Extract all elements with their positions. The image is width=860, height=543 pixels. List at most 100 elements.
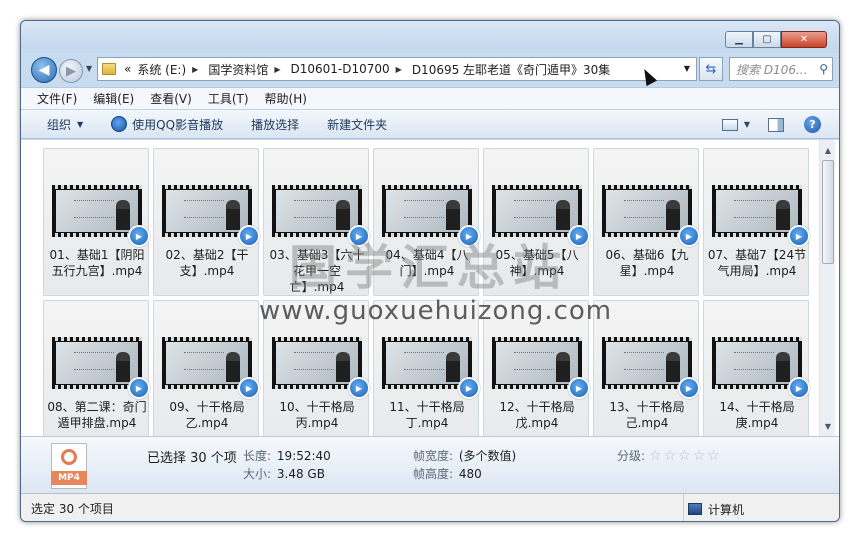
file-tile[interactable]: ▶ 05、基础5【八神】.mp4 xyxy=(483,148,590,296)
file-tile[interactable]: ▶ 07、基础7【24节气用局】.mp4 xyxy=(703,148,810,296)
length-key: 长度: xyxy=(243,449,272,463)
selection-count: 已选择 30 个项 xyxy=(147,451,237,466)
play-with-qq-button[interactable]: 使用QQ影音播放 xyxy=(111,116,223,133)
file-tile[interactable]: ▶ 08、第二课：奇门遁甲排盘.mp4 xyxy=(43,300,150,436)
menu-tools[interactable]: 工具(T) xyxy=(208,90,249,107)
view-options-chevron-icon[interactable]: ▼ xyxy=(744,120,750,129)
vertical-scrollbar[interactable]: ▲ ▼ xyxy=(819,140,835,436)
status-selection: 选定 30 个项目 xyxy=(31,502,114,516)
address-bar[interactable]: « 系统 (E:) ▶ 国学资料馆 ▶ D10601-D10700 ▶ D106… xyxy=(97,57,697,81)
file-tile[interactable]: ▶ 14、十干格局庚.mp4 xyxy=(703,300,810,436)
star-icon[interactable]: ☆ xyxy=(707,448,720,464)
play-with-qq-label: 使用QQ影音播放 xyxy=(132,117,224,132)
arrow-left-icon: ◀ xyxy=(38,62,50,78)
breadcrumb-segment[interactable]: D10601-D10700 xyxy=(290,62,389,76)
qq-player-icon: ▶ xyxy=(788,377,810,399)
file-name: 11、十干格局丁.mp4 xyxy=(389,400,465,430)
file-tile[interactable]: ▶ 11、十干格局丁.mp4 xyxy=(373,300,480,436)
star-icon[interactable]: ☆ xyxy=(678,448,691,464)
file-tile[interactable]: ▶ 02、基础2【干支】.mp4 xyxy=(153,148,260,296)
explorer-window: ▁ ▢ ✕ ◀ ▶ ▼ « 系统 (E:) ▶ 国学资料馆 ▶ D10601-D… xyxy=(20,20,840,522)
maximize-button[interactable]: ▢ xyxy=(753,31,781,48)
status-bar: 选定 30 个项目 计算机 xyxy=(21,493,839,521)
frame-height-value[interactable]: 480 xyxy=(459,467,482,481)
qq-player-icon: ▶ xyxy=(678,225,700,247)
breadcrumb-arrow-icon[interactable]: ▶ xyxy=(396,65,402,74)
star-icon[interactable]: ☆ xyxy=(664,448,677,464)
qq-player-icon: ▶ xyxy=(348,225,370,247)
menu-file[interactable]: 文件(F) xyxy=(37,90,77,107)
frame-width-value[interactable]: (多个数值) xyxy=(459,449,516,463)
file-name: 14、十干格局庚.mp4 xyxy=(719,400,795,430)
play-selection-label: 播放选择 xyxy=(251,117,300,132)
file-name: 01、基础1【阴阳五行九宫】.mp4 xyxy=(49,248,145,278)
file-name: 08、第二课：奇门遁甲排盘.mp4 xyxy=(47,400,147,430)
recent-pages-button[interactable]: ▼ xyxy=(86,64,92,73)
file-name: 03、基础3【六十花甲一空亡】.mp4 xyxy=(269,248,365,294)
frame-width-key: 帧宽度: xyxy=(413,449,454,463)
status-location-label: 计算机 xyxy=(708,502,745,517)
file-name: 10、十干格局丙.mp4 xyxy=(279,400,355,430)
file-tile[interactable]: ▶ 04、基础4【八门】.mp4 xyxy=(373,148,480,296)
file-name: 04、基础4【八门】.mp4 xyxy=(385,248,469,278)
search-input[interactable]: 搜索 D106... xyxy=(736,61,818,78)
scroll-up-icon[interactable]: ▲ xyxy=(821,142,835,158)
video-thumbnail xyxy=(492,185,582,237)
play-selection-button[interactable]: 播放选择 xyxy=(251,116,299,133)
video-thumbnail xyxy=(712,337,802,389)
qq-player-icon: ▶ xyxy=(568,225,590,247)
change-view-icon[interactable] xyxy=(721,118,738,131)
minimize-button[interactable]: ▁ xyxy=(725,31,753,48)
video-thumbnail xyxy=(162,337,252,389)
star-icon[interactable]: ☆ xyxy=(693,448,706,464)
qq-player-icon: ▶ xyxy=(568,377,590,399)
file-name: 13、十干格局己.mp4 xyxy=(609,400,685,430)
mp4-file-icon: MP4 xyxy=(49,443,89,489)
file-name: 05、基础5【八神】.mp4 xyxy=(495,248,579,278)
file-tile[interactable]: ▶ 12、十干格局戊.mp4 xyxy=(483,300,590,436)
help-icon[interactable]: ? xyxy=(804,116,821,133)
menu-help[interactable]: 帮助(H) xyxy=(265,90,307,107)
qq-player-icon: ▶ xyxy=(678,377,700,399)
search-box[interactable]: 搜索 D106... ⚲ xyxy=(729,57,833,81)
new-folder-button[interactable]: 新建文件夹 xyxy=(327,116,387,133)
size-key: 大小: xyxy=(243,467,272,481)
breadcrumb-arrow-icon[interactable]: ▶ xyxy=(192,65,198,74)
breadcrumb-segment[interactable]: 国学资料馆 xyxy=(208,61,268,78)
address-dropdown-icon[interactable]: ▼ xyxy=(684,64,690,73)
forward-button[interactable]: ▶ xyxy=(59,59,83,83)
file-tile[interactable]: ▶ 01、基础1【阴阳五行九宫】.mp4 xyxy=(43,148,150,296)
refresh-icon: ⇆ xyxy=(705,61,717,77)
file-tile[interactable]: ▶ 13、十干格局己.mp4 xyxy=(593,300,700,436)
scrollbar-thumb[interactable] xyxy=(822,160,834,264)
scroll-down-icon[interactable]: ▼ xyxy=(821,418,835,434)
search-icon[interactable]: ⚲ xyxy=(819,62,828,76)
qq-player-icon: ▶ xyxy=(238,225,260,247)
refresh-button[interactable]: ⇆ xyxy=(699,57,723,81)
file-list-area[interactable]: ▶ 01、基础1【阴阳五行九宫】.mp4 ▶ 02、基础2【干支】.mp4 ▶ … xyxy=(21,140,839,436)
computer-icon xyxy=(688,503,702,515)
file-tile[interactable]: ▶ 06、基础6【九星】.mp4 xyxy=(593,148,700,296)
qq-player-icon: ▶ xyxy=(128,377,150,399)
address-leading[interactable]: « xyxy=(124,62,131,76)
frame-height-key: 帧高度: xyxy=(413,467,454,481)
video-thumbnail xyxy=(382,185,472,237)
file-tile[interactable]: ▶ 03、基础3【六十花甲一空亡】.mp4 xyxy=(263,148,370,296)
toolbar-right: ▼ ? xyxy=(721,116,821,133)
back-button[interactable]: ◀ xyxy=(31,57,57,83)
menu-view[interactable]: 查看(V) xyxy=(150,90,192,107)
breadcrumb-arrow-icon[interactable]: ▶ xyxy=(274,65,280,74)
star-icon[interactable]: ☆ xyxy=(649,448,662,464)
preview-pane-icon[interactable] xyxy=(768,117,784,132)
close-button[interactable]: ✕ xyxy=(781,31,827,48)
status-location: 计算机 xyxy=(683,494,745,521)
breadcrumb-segment[interactable]: D10695 左耶老道《奇门遁甲》30集 xyxy=(412,61,611,78)
menu-edit[interactable]: 编辑(E) xyxy=(93,90,134,107)
organize-button[interactable]: 组织 ▼ xyxy=(47,116,83,133)
file-tile[interactable]: ▶ 09、十干格局乙.mp4 xyxy=(153,300,260,436)
file-tile[interactable]: ▶ 10、十干格局丙.mp4 xyxy=(263,300,370,436)
video-thumbnail xyxy=(382,337,472,389)
qq-player-icon: ▶ xyxy=(128,225,150,247)
folder-icon xyxy=(102,63,116,75)
breadcrumb-segment[interactable]: 系统 (E:) xyxy=(137,61,186,78)
